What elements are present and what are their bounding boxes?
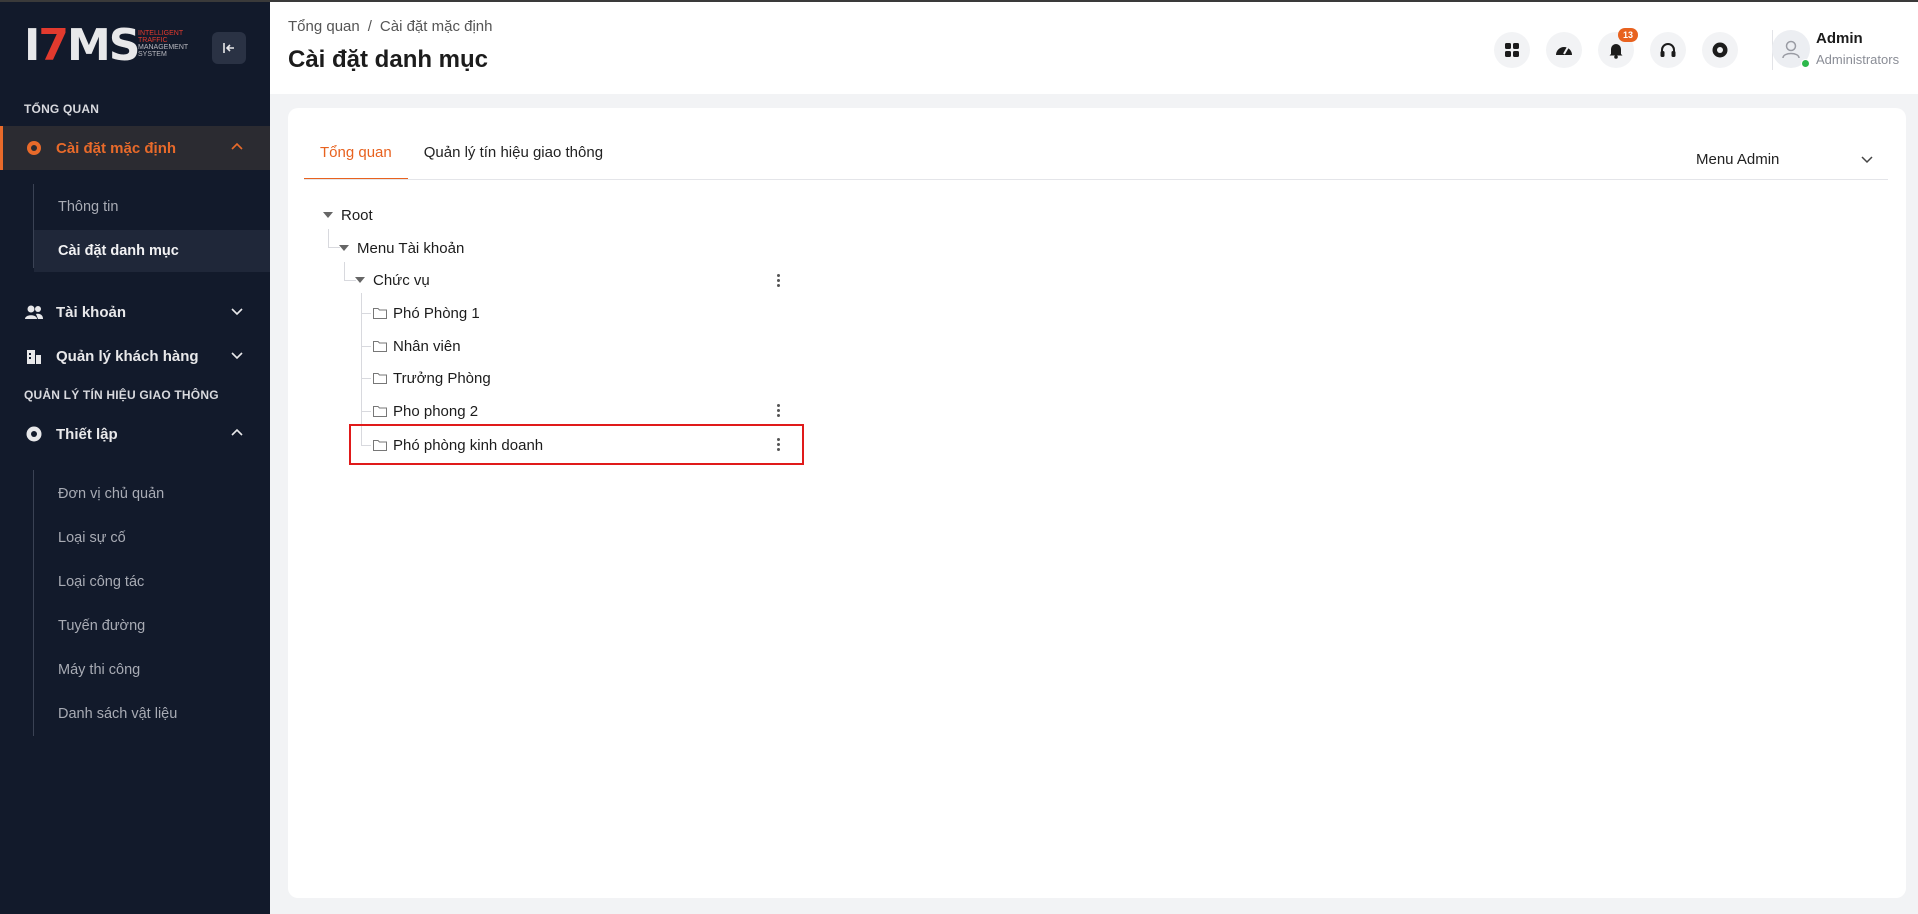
highlight-annotation [349, 424, 804, 465]
chevron-down-icon [231, 308, 243, 316]
tree-node-menu-account[interactable]: Menu Tài khoản [339, 234, 464, 262]
tree-connector [361, 411, 371, 412]
tree-node-label: Pho phong 2 [393, 402, 479, 420]
tab-overview[interactable]: Tổng quan [304, 138, 408, 180]
menu-customers[interactable]: Quản lý khách hàng [0, 334, 270, 378]
gear-icon [1712, 42, 1728, 58]
tree-node-item[interactable]: Nhân viên [373, 332, 461, 360]
collapse-left-icon [223, 43, 234, 53]
tree-connector [361, 378, 371, 379]
tree-node-label: Nhân viên [393, 337, 461, 355]
menu-select-value: Menu Admin [1696, 150, 1780, 168]
section-title-overview: TỔNG QUAN [24, 102, 100, 116]
building-icon [24, 346, 44, 366]
speedometer-icon [1556, 46, 1572, 55]
tree-node-item[interactable]: Trưởng Phòng [373, 364, 491, 392]
breadcrumb: Tổng quan / Cài đặt mặc định [288, 18, 492, 35]
tree-connector [361, 293, 362, 445]
breadcrumb-separator: / [367, 18, 372, 35]
tree-node-item[interactable]: Pho phong 2 [373, 397, 478, 425]
tree-node-label: Chức vụ [373, 271, 430, 289]
user-avatar[interactable] [1772, 30, 1810, 68]
tab-bar: Tổng quan Quản lý tín hiệu giao thông [304, 138, 619, 180]
menu-customers-label: Quản lý khách hàng [56, 347, 199, 365]
bell-icon [1609, 44, 1623, 59]
tree-node-position[interactable]: Chức vụ [355, 266, 430, 294]
tabs-underline [304, 179, 1888, 180]
menu-select-dropdown[interactable]: Menu Admin [1696, 146, 1874, 172]
collapse-sidebar-button[interactable] [212, 32, 246, 64]
tree-node-label: Trưởng Phòng [393, 369, 491, 387]
user-icon [1782, 40, 1800, 59]
breadcrumb-link-overview[interactable]: Tổng quan [288, 18, 360, 35]
submenu-item-machinery[interactable]: Máy thi công [34, 649, 270, 691]
top-header: Tổng quan / Cài đặt mặc định Cài đặt dan… [270, 2, 1918, 94]
tree-connector [361, 346, 371, 347]
caret-down-icon [323, 212, 333, 218]
more-options-icon[interactable] [771, 400, 785, 420]
chevron-down-icon [1861, 156, 1873, 164]
menu-account[interactable]: Tài khoản [0, 290, 270, 334]
logo-subtitle: INTELLIGENT TRAFFIC MANAGEMENT SYSTEM [138, 30, 189, 58]
online-status-dot [1801, 59, 1810, 68]
caret-down-icon [355, 277, 365, 283]
folder-icon [373, 373, 387, 384]
tree-connector [328, 229, 329, 247]
breadcrumb-link-default-settings[interactable]: Cài đặt mặc định [380, 18, 493, 35]
gear-icon [24, 138, 44, 158]
tree-node-item[interactable]: Phó Phòng 1 [373, 299, 480, 327]
users-icon [24, 302, 44, 322]
grid-icon [1505, 43, 1519, 57]
tree-node-label: Menu Tài khoản [357, 239, 465, 257]
tree-node-label: Root [341, 206, 373, 224]
tree-node-root[interactable]: Root [323, 201, 373, 229]
sidebar: I7MS INTELLIGENT TRAFFIC MANAGEMENT SYST… [0, 2, 270, 914]
chevron-up-icon [231, 428, 243, 436]
settings-button[interactable] [1702, 32, 1738, 68]
submenu-item-incident-type[interactable]: Loại sự cố [34, 517, 270, 559]
folder-icon [373, 341, 387, 352]
tab-traffic-signal[interactable]: Quản lý tín hiệu giao thông [408, 138, 619, 180]
logo-text: I7MS [24, 20, 140, 71]
notification-count-badge: 13 [1618, 28, 1638, 42]
menu-setup-label: Thiết lập [56, 425, 118, 443]
folder-icon [373, 406, 387, 417]
apps-grid-button[interactable] [1494, 32, 1530, 68]
folder-icon [373, 308, 387, 319]
user-name: Admin [1816, 30, 1863, 47]
support-button[interactable] [1650, 32, 1686, 68]
submenu-item-managing-unit[interactable]: Đơn vị chủ quản [34, 473, 270, 515]
tree-connector [344, 262, 345, 280]
chevron-up-icon [231, 142, 243, 150]
tree-connector [361, 313, 371, 314]
notifications-button[interactable]: 13 [1598, 28, 1638, 68]
submenu-item-route[interactable]: Tuyến đường [34, 605, 270, 647]
headset-icon [1660, 43, 1676, 57]
page-title: Cài đặt danh mục [288, 46, 489, 73]
app-logo[interactable]: I7MS INTELLIGENT TRAFFIC MANAGEMENT SYST… [24, 24, 194, 68]
menu-account-label: Tài khoản [56, 303, 127, 321]
more-options-icon[interactable] [771, 270, 785, 290]
caret-down-icon [339, 245, 349, 251]
submenu-item-material-list[interactable]: Danh sách vật liệu [34, 693, 270, 735]
user-role: Administrators [1816, 52, 1900, 67]
dashboard-button[interactable] [1546, 32, 1582, 68]
chevron-down-icon [231, 352, 243, 360]
submenu-item-info[interactable]: Thông tin [34, 186, 270, 228]
menu-default-settings[interactable]: Cài đặt mặc định [0, 126, 270, 170]
tree-node-label: Phó Phòng 1 [393, 304, 480, 322]
section-title-traffic: QUẢN LÝ TÍN HIỆU GIAO THÔNG [24, 388, 219, 402]
menu-setup[interactable]: Thiết lập [0, 412, 270, 456]
menu-default-settings-label: Cài đặt mặc định [56, 139, 177, 157]
content-card: Tổng quan Quản lý tín hiệu giao thông Me… [288, 108, 1906, 898]
submenu-item-category-settings[interactable]: Cài đặt danh mục [34, 230, 270, 272]
submenu-item-work-type[interactable]: Loại công tác [34, 561, 270, 603]
cog-icon [24, 424, 44, 444]
